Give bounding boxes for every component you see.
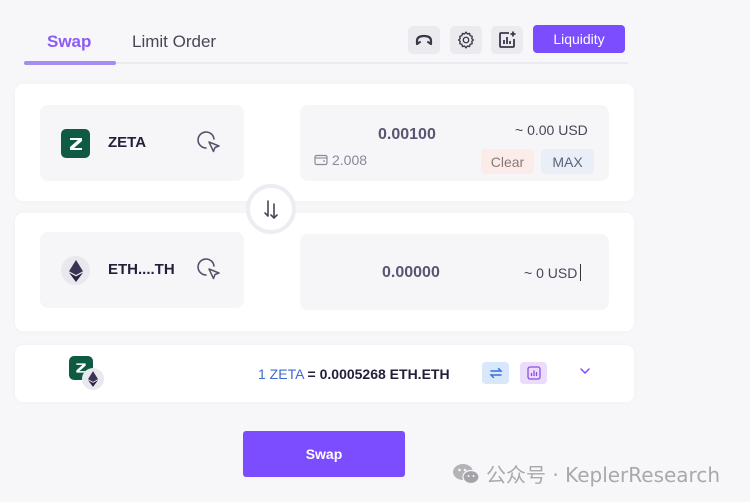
liquidity-button[interactable]: Liquidity (533, 25, 625, 53)
from-amount-input[interactable]: 0.00100 (378, 126, 436, 144)
bar-chart-icon (526, 366, 541, 380)
max-button[interactable]: MAX (541, 149, 594, 174)
to-amount-input[interactable]: 0.00000 (382, 264, 440, 282)
to-card: ETH....TH 0.00000 ~ 0 USD (15, 213, 634, 331)
from-card: ZETA 0.00100 ~ 0.00 USD 2.008 Clear MAX (15, 84, 634, 201)
from-usd-value: ~ 0.00 USD (515, 122, 588, 138)
to-amount-box: 0.00000 ~ 0 USD (300, 234, 609, 310)
exchange-rate: 1 ZETA = 0.0005268 ETH.ETH (258, 366, 450, 382)
from-token-selector[interactable]: ZETA (40, 105, 244, 181)
tab-swap[interactable]: Swap (47, 32, 91, 52)
invert-arrows-icon (488, 367, 503, 379)
tab-limit-order[interactable]: Limit Order (132, 32, 216, 52)
eth-logo-icon (82, 368, 104, 390)
watermark: 公众号 · KeplerResearch (452, 459, 720, 488)
settings-button[interactable] (450, 26, 482, 54)
from-balance: 2.008 (314, 152, 367, 168)
gear-icon (457, 31, 475, 49)
expand-details-button[interactable] (577, 363, 593, 379)
eth-logo-icon (61, 256, 90, 285)
from-token-symbol: ZETA (108, 134, 147, 151)
swap-button[interactable]: Swap (243, 431, 405, 477)
add-chart-button[interactable] (491, 26, 523, 54)
rate-card: 1 ZETA = 0.0005268 ETH.ETH (15, 345, 634, 402)
route-icon (415, 34, 433, 46)
invert-rate-button[interactable] (482, 362, 509, 384)
tab-active-indicator (24, 61, 116, 65)
price-chart-button[interactable] (520, 362, 547, 384)
text-caret (580, 264, 581, 281)
chevron-down-icon (580, 368, 590, 374)
cursor-select-icon (197, 131, 220, 153)
to-token-selector[interactable]: ETH....TH (40, 232, 244, 308)
from-amount-box: 0.00100 ~ 0.00 USD 2.008 Clear MAX (300, 105, 609, 181)
cursor-select-icon (197, 258, 220, 280)
wechat-icon (453, 463, 480, 484)
balance-value: 2.008 (332, 152, 368, 168)
route-button[interactable] (408, 26, 440, 54)
add-chart-icon (499, 31, 516, 48)
watermark-text: 公众号 · KeplerResearch (486, 463, 721, 487)
switch-direction-button[interactable] (246, 184, 296, 234)
zeta-logo-icon (61, 129, 90, 158)
to-token-symbol: ETH....TH (108, 261, 175, 278)
wallet-icon (314, 154, 328, 166)
token-pair-icon (69, 356, 109, 392)
clear-button[interactable]: Clear (481, 149, 534, 174)
swap-arrows-icon (264, 200, 278, 220)
to-usd-value: ~ 0 USD (524, 265, 578, 281)
rate-rhs: = 0.0005268 ETH.ETH (307, 366, 450, 382)
rate-lhs: 1 ZETA (258, 366, 304, 382)
